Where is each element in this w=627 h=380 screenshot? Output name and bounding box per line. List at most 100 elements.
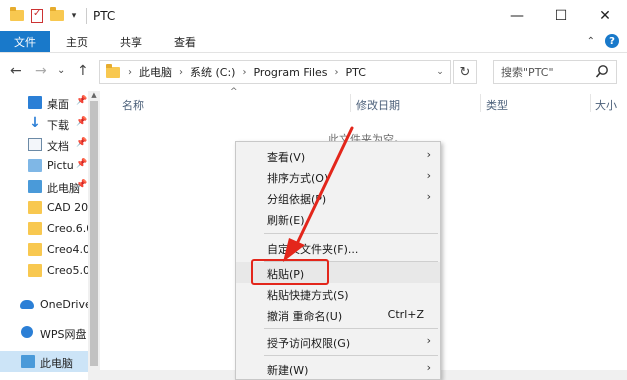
sidebar-item-documents[interactable]: 文档 📌: [0, 134, 88, 155]
folder-icon[interactable]: [8, 7, 26, 25]
menu-item-view[interactable]: 查看(V) ›: [236, 145, 440, 166]
window-title: PTC: [93, 8, 116, 23]
sidebar-item-wps[interactable]: WPS网盘: [0, 322, 88, 343]
column-divider[interactable]: [590, 94, 591, 112]
menu-item-label: 新建(W): [267, 364, 309, 377]
expand-ribbon-icon[interactable]: ⌃: [587, 36, 595, 47]
tab-home[interactable]: 主页: [50, 31, 104, 52]
sidebar-item-label: CAD 20: [47, 201, 88, 214]
pin-icon[interactable]: 📌: [76, 159, 87, 169]
folder-icon: [28, 222, 42, 235]
address-bar[interactable]: › 此电脑 › 系统 (C:) › Program Files › PTC ⌄: [99, 60, 451, 84]
desktop-icon: [28, 96, 42, 109]
sidebar-item-pictures[interactable]: Pictu 📌: [0, 155, 88, 176]
ribbon-right-controls: ⌃ ?: [587, 34, 619, 48]
column-divider[interactable]: [480, 94, 481, 112]
window-controls: — ☐ ✕: [495, 0, 627, 31]
navigation-pane: 桌面 📌 ↓ 下载 📌 文档 📌 Pictu 📌 此电脑 📌 CAD 20 Cr…: [0, 91, 100, 380]
sidebar-item-onedrive[interactable]: OneDrive: [0, 294, 88, 315]
sidebar-item-creo5[interactable]: Creo5.0: [0, 260, 88, 281]
sidebar-item-label: Creo.6.0: [47, 222, 88, 235]
sidebar-item-label: WPS网盘: [40, 328, 87, 341]
sidebar-item-label: 下载: [47, 119, 69, 132]
chevron-right-icon: ›: [426, 190, 431, 203]
sidebar-item-label: 文档: [47, 140, 69, 153]
menu-item-undo-rename[interactable]: 撤消 重命名(U) Ctrl+Z: [236, 304, 440, 325]
refresh-button[interactable]: ↻: [453, 60, 477, 84]
menu-item-new[interactable]: 新建(W) ›: [236, 358, 440, 379]
sidebar-item-creo4[interactable]: Creo4.0: [0, 239, 88, 260]
menu-item-label: 授予访问权限(G): [267, 337, 351, 350]
folder-icon: [104, 63, 122, 81]
sidebar-item-label: 此电脑: [40, 357, 73, 370]
minimize-button[interactable]: —: [495, 0, 539, 31]
folder-icon: [28, 264, 42, 277]
tab-share[interactable]: 共享: [104, 31, 158, 52]
back-icon[interactable]: ←: [10, 63, 22, 79]
menu-item-sort-by[interactable]: 排序方式(O) ›: [236, 166, 440, 187]
tab-file[interactable]: 文件: [0, 31, 50, 52]
column-header-type[interactable]: 类型: [486, 97, 508, 113]
menu-item-label: 自定义文件夹(F)...: [267, 243, 359, 256]
sidebar-item-label: Pictu: [47, 159, 74, 172]
pin-icon[interactable]: 📌: [76, 96, 87, 106]
sidebar-item-label: Creo4.0: [47, 243, 88, 256]
search-input[interactable]: 搜索"PTC": [493, 60, 617, 84]
column-header-size[interactable]: 大小: [595, 97, 617, 113]
recent-locations-icon[interactable]: ⌄: [57, 65, 65, 76]
chevron-right-icon: ›: [426, 361, 431, 374]
scroll-up-icon[interactable]: ▲: [88, 91, 100, 101]
qa-dropdown-icon[interactable]: ▾: [68, 11, 80, 21]
chevron-right-icon[interactable]: ›: [242, 67, 246, 78]
chevron-right-icon: ›: [426, 169, 431, 182]
sidebar-item-desktop[interactable]: 桌面 📌: [0, 92, 88, 113]
breadcrumb-ptc[interactable]: PTC: [346, 66, 366, 79]
properties-icon[interactable]: [28, 7, 46, 25]
sidebar-item-label: OneDrive: [40, 298, 88, 311]
sidebar-item-label: Creo5.0: [47, 264, 88, 277]
wps-icon: [21, 326, 33, 338]
chevron-right-icon[interactable]: ›: [335, 67, 339, 78]
menu-item-label: 分组依据(P): [267, 193, 327, 206]
column-divider[interactable]: [350, 94, 351, 112]
computer-icon: [21, 355, 35, 368]
document-icon: [28, 138, 42, 151]
sidebar-item-downloads[interactable]: ↓ 下载 📌: [0, 113, 88, 134]
forward-icon[interactable]: →: [35, 63, 47, 79]
sidebar-item-cad[interactable]: CAD 20: [0, 197, 88, 218]
sidebar-scroll-thumb[interactable]: [90, 101, 98, 366]
download-icon: ↓: [29, 115, 41, 131]
search-icon: [595, 65, 608, 78]
breadcrumb-system-c[interactable]: 系统 (C:): [190, 64, 235, 80]
sidebar-item-this-pc-pinned[interactable]: 此电脑 📌: [0, 176, 88, 197]
column-header-modified[interactable]: 修改日期: [356, 97, 400, 113]
up-icon[interactable]: ↑: [77, 63, 89, 79]
menu-item-customize-folder[interactable]: 自定义文件夹(F)...: [236, 237, 440, 258]
chevron-right-icon[interactable]: ›: [128, 67, 132, 78]
menu-separator: [264, 328, 438, 329]
breadcrumb-this-pc[interactable]: 此电脑: [139, 64, 172, 80]
help-icon[interactable]: ?: [605, 34, 619, 48]
tab-view[interactable]: 查看: [158, 31, 212, 52]
menu-item-group-by[interactable]: 分组依据(P) ›: [236, 187, 440, 208]
computer-icon: [28, 180, 42, 193]
close-button[interactable]: ✕: [583, 0, 627, 31]
menu-item-paste-shortcut[interactable]: 粘贴快捷方式(S): [236, 283, 440, 304]
address-row: ← → ⌄ ↑ › 此电脑 › 系统 (C:) › Program Files …: [0, 53, 627, 91]
sidebar-item-this-pc[interactable]: 此电脑: [0, 351, 88, 372]
column-header-name[interactable]: 名称: [122, 97, 144, 113]
pin-icon[interactable]: 📌: [76, 117, 87, 127]
new-folder-icon[interactable]: [48, 7, 66, 25]
chevron-right-icon[interactable]: ›: [179, 67, 183, 78]
pin-icon[interactable]: 📌: [76, 180, 87, 190]
menu-item-refresh[interactable]: 刷新(E): [236, 208, 440, 229]
maximize-button[interactable]: ☐: [539, 0, 583, 31]
chevron-right-icon: ›: [426, 148, 431, 161]
breadcrumb-program-files[interactable]: Program Files: [253, 66, 327, 79]
sidebar-item-creo6[interactable]: Creo.6.0: [0, 218, 88, 239]
menu-item-label: 刷新(E): [267, 214, 305, 227]
chevron-down-icon[interactable]: ⌄: [430, 61, 450, 83]
pin-icon[interactable]: 📌: [76, 138, 87, 148]
folder-icon: [28, 201, 42, 214]
menu-item-give-access[interactable]: 授予访问权限(G) ›: [236, 331, 440, 352]
